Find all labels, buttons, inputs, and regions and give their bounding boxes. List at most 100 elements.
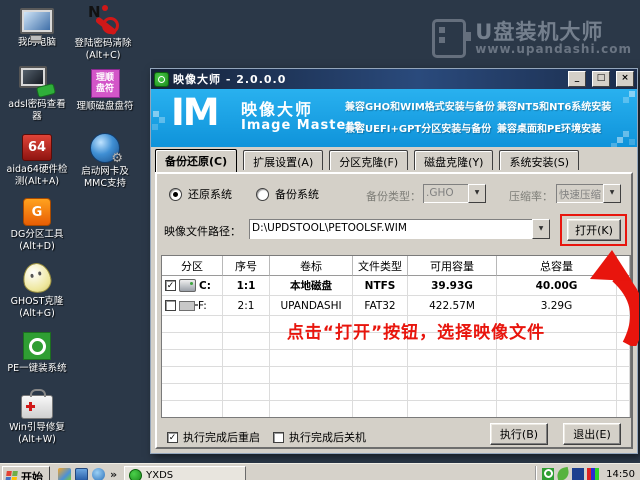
row-checkbox-checked[interactable]: ✓: [165, 280, 176, 291]
overflow-chevron-icon[interactable]: »: [110, 466, 117, 480]
desktop-icon-password-clear[interactable]: N 登陆密码清除 (Alt+C): [66, 3, 140, 63]
adsl-viewer-icon: [19, 66, 57, 99]
image-path-combobox[interactable]: D:\UPDSTOOL\PETOOLSF.WIM ▼: [249, 219, 550, 239]
restore-system-radio[interactable]: 还原系统: [169, 186, 232, 202]
tray-icon-blue[interactable]: [572, 467, 585, 480]
row-checkbox-unchecked[interactable]: [165, 300, 176, 311]
chevron-down-icon[interactable]: ▼: [532, 219, 550, 239]
column-header[interactable]: 分区: [162, 256, 223, 276]
table-empty-row: [162, 384, 630, 401]
feature-item: 兼容NT5和NT6系统安装: [497, 102, 612, 113]
task-button-label: YXDS: [146, 470, 174, 480]
radio-selected-icon: [169, 187, 182, 201]
reboot-after-finish-checkbox[interactable]: ✓ 执行完成后重启: [167, 429, 260, 445]
feature-item: 兼容UEFI+GPT分区安装与备份: [345, 124, 492, 135]
tray-icon-leaf[interactable]: [556, 466, 571, 480]
tab-disk-clone[interactable]: 磁盘克隆(Y): [414, 150, 494, 170]
password-clear-key-icon: N: [86, 3, 120, 36]
aida64-icon: 64: [22, 134, 52, 161]
window-title: 映像大师 - 2.0.0.0: [173, 73, 287, 86]
exit-button[interactable]: 退出(E): [563, 423, 621, 445]
desktop-icon-label: PE一键装系统: [7, 363, 67, 374]
desktop-icon-label: DG分区工具 (Alt+D): [10, 229, 64, 253]
backup-type-select: .GHO ▼: [423, 184, 486, 203]
taskbar-clock: 14:50: [606, 469, 635, 480]
execute-button[interactable]: 执行(B): [490, 423, 548, 445]
desktop-icon-aida64[interactable]: 64 aida64硬件检 测(Alt+A): [0, 134, 74, 189]
app-name-cn: 映像大师: [241, 100, 314, 119]
image-path-value: D:\UPDSTOOL\PETOOLSF.WIM: [252, 222, 407, 234]
watermark: U盘装机大师 www.upandashi.com: [432, 19, 632, 58]
column-header[interactable]: 总容量: [497, 256, 617, 276]
radio-label: 还原系统: [188, 188, 232, 201]
table-row-f-drive[interactable]: F: 2:1 UPANDASHI FAT32 422.57M 3.29G: [162, 296, 630, 316]
chevron-down-icon: ▼: [603, 184, 621, 203]
compression-select: 快速压缩 ▼: [556, 184, 621, 203]
desktop-icon-label: adsl密码查看 器: [8, 99, 66, 123]
backup-restore-panel: 还原系统 备份系统 备份类型： .GHO ▼ 压缩率： 快速压缩 ▼ 映像文件路…: [155, 172, 639, 449]
image-path-label: 映像文件路径：: [164, 225, 241, 238]
watermark-brand: U盘装机大师: [475, 20, 604, 45]
close-button[interactable]: ×: [616, 71, 634, 87]
app-icon: [154, 71, 169, 87]
minimize-button[interactable]: _: [568, 71, 586, 87]
column-header[interactable]: 文件类型: [353, 256, 408, 276]
desktop-icon-network-mmc[interactable]: 启动网卡及 MMC支持: [68, 133, 142, 191]
ghost-icon: [20, 260, 54, 296]
start-label: 开始: [21, 470, 43, 480]
column-header[interactable]: 卷标: [270, 256, 353, 276]
checkbox-unchecked[interactable]: [273, 431, 284, 443]
dg-partition-icon: G: [23, 198, 51, 226]
feature-list: 兼容GHO和WIM格式安装与备份 兼容NT5和NT6系统安装 兼容UEFI+GP…: [345, 98, 635, 142]
banner: IM 映像大师 Image Masters 兼容GHO和WIM格式安装与备份 兼…: [151, 89, 637, 147]
desktop-icon-win-boot-repair[interactable]: Win引导修复 (Alt+W): [0, 389, 74, 447]
tab-extended-settings[interactable]: 扩展设置(A): [243, 150, 324, 170]
checkbox-label: 执行完成后重启: [183, 431, 260, 444]
desktop-icon-drive-letter[interactable]: 理顺 盘符 理顺磁盘盘符: [68, 69, 142, 113]
chevron-down-icon: ▼: [468, 184, 486, 203]
table-row-c-drive[interactable]: ✓ C: 1:1 本地磁盘 NTFS 39.93G 40.00G: [162, 276, 630, 296]
im-logo: IM: [171, 91, 220, 134]
checkbox-label: 执行完成后关机: [289, 431, 366, 444]
app-icon: [129, 469, 143, 480]
hard-disk-icon: [179, 279, 196, 292]
desktop-icon-pe-install[interactable]: PE一键装系统: [0, 332, 74, 375]
tab-system-install[interactable]: 系统安装(S): [499, 150, 580, 170]
quick-launch-icon[interactable]: [92, 468, 105, 480]
quick-launch-icon[interactable]: [75, 468, 88, 480]
column-header[interactable]: 序号: [223, 256, 270, 276]
desktop-icon-my-computer[interactable]: 我的电脑: [0, 8, 74, 49]
my-computer-icon: [20, 8, 54, 41]
desktop-icon-adsl-viewer[interactable]: adsl密码查看 器: [0, 66, 74, 124]
tab-bar: 备份还原(C) 扩展设置(A) 分区克隆(F) 磁盘克隆(Y) 系统安装(S): [155, 149, 580, 172]
compression-label: 压缩率：: [509, 190, 553, 203]
window-titlebar[interactable]: 映像大师 - 2.0.0.0 _ □ ×: [151, 69, 637, 89]
desktop-icon-dg-partition[interactable]: G DG分区工具 (Alt+D): [0, 198, 74, 254]
feature-item: 兼容桌面和PE环境安装: [497, 124, 602, 135]
drive-letter-icon: 理顺 盘符: [90, 69, 120, 98]
start-button[interactable]: 开始: [2, 466, 50, 480]
quick-launch-bar: [58, 466, 105, 480]
backup-system-radio[interactable]: 备份系统: [256, 186, 319, 202]
open-button[interactable]: 打开(K): [567, 219, 621, 241]
tutorial-annotation-text: 点击“打开”按钮，选择映像文件: [286, 323, 546, 343]
banner-deco-squares: [629, 91, 635, 97]
toolbox-icon: [21, 389, 53, 419]
tab-partition-clone[interactable]: 分区克隆(F): [329, 150, 409, 170]
desktop-icon-ghost-clone[interactable]: GHOST克隆 (Alt+G): [0, 260, 74, 321]
tray-icon-display[interactable]: [587, 467, 600, 480]
desktop: 我的电脑 N 登陆密码清除 (Alt+C) adsl密码查看 器 理顺 盘符 理…: [0, 0, 640, 480]
desktop-icon-label: 理顺磁盘盘符: [76, 101, 134, 112]
checkbox-checked[interactable]: ✓: [167, 431, 178, 443]
system-tray: 14:50: [535, 466, 640, 480]
maximize-button[interactable]: □: [592, 71, 610, 87]
shutdown-after-finish-checkbox[interactable]: 执行完成后关机: [273, 429, 366, 445]
tab-backup-restore[interactable]: 备份还原(C): [155, 149, 238, 172]
quick-launch-icon[interactable]: [58, 468, 71, 480]
column-header[interactable]: 可用容量: [408, 256, 497, 276]
tray-icon-green-status[interactable]: [542, 467, 555, 480]
task-button-image-masters[interactable]: YXDS: [124, 466, 247, 480]
network-globe-icon: [90, 133, 123, 166]
watermark-url: www.upandashi.com: [475, 42, 632, 57]
upandashi-logo-icon: [432, 19, 472, 58]
